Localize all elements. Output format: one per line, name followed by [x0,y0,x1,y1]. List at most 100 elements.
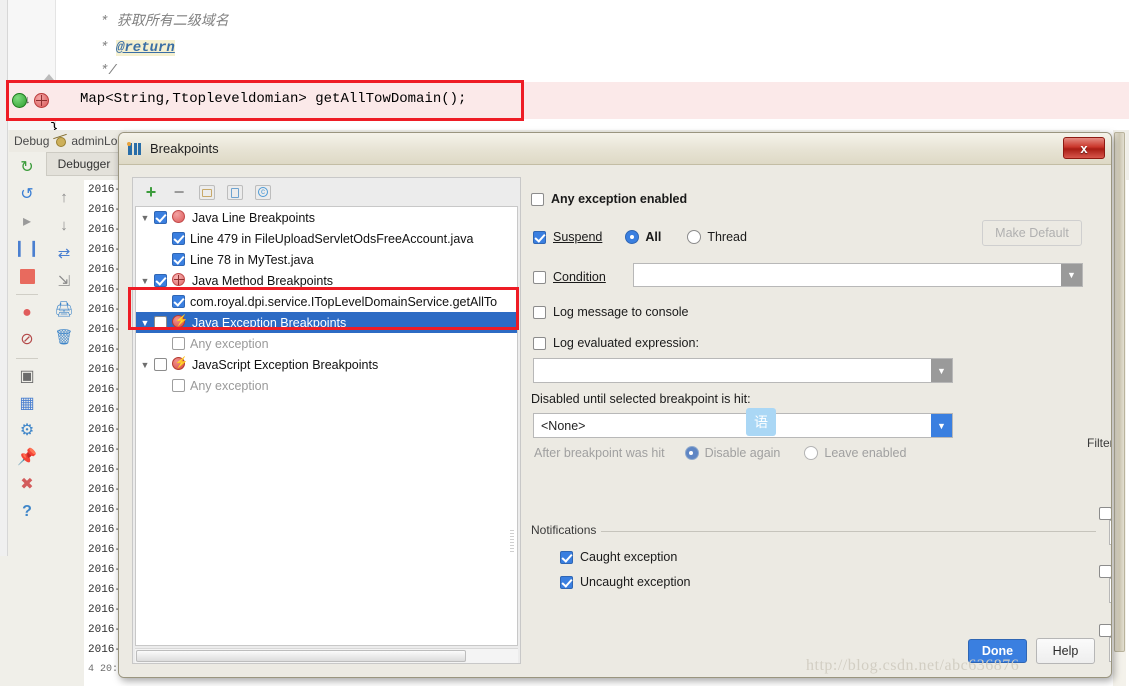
add-breakpoint-button[interactable]: + [142,182,160,202]
suspend-checkbox[interactable] [533,230,546,244]
breakpoint-tree-row[interactable]: ▼ com.royal.dpi.service.ITopLevelDomainSe… [136,291,517,312]
chevron-down-icon-2[interactable]: ▼ [931,359,952,382]
breakpoint-tree-row[interactable]: ▼ Any exception [136,375,517,396]
suspend-all-radio-group[interactable]: All [625,230,661,244]
breakpoint-enabled-checkbox[interactable] [172,337,185,350]
tree-horizontal-scrollbar[interactable] [135,648,518,663]
tree-expander-icon[interactable]: ▼ [136,360,154,370]
leave-enabled-radio[interactable] [804,446,819,460]
resume-icon[interactable]: ↺ [14,183,40,207]
breakpoint-tree-row[interactable]: ▼ Java Line Breakpoints [136,207,517,228]
tree-expander-icon[interactable]: ▼ [136,213,154,223]
scroll-to-end-icon[interactable]: ⇲ [52,270,76,292]
print-icon[interactable]: 🖨 [52,298,76,320]
condition-label: Condition [553,270,606,284]
log-message-checkbox[interactable] [533,305,546,319]
breakpoints-tree-toolbar[interactable]: + − c [133,178,520,206]
group-by-package-button[interactable] [198,183,216,201]
breakpoint-tree-row[interactable]: ▼ Line 479 in FileUploadServletOdsFreeAcc… [136,228,517,249]
caught-exception-checkbox[interactable] [560,550,573,564]
instance-filters-checkbox[interactable] [1099,506,1111,520]
mute-breakpoints-icon[interactable]: ⊘ [14,328,40,352]
condition-checkbox[interactable] [533,270,546,284]
dialog-titlebar[interactable]: Breakpoints x [119,133,1111,165]
chevron-down-icon[interactable]: ▼ [1061,264,1082,286]
breakpoint-tree-row[interactable]: ▼ Java Exception Breakpoints [136,312,517,333]
breakpoint-enabled-checkbox[interactable] [154,211,167,224]
rerun-icon[interactable]: ↻ [14,156,40,180]
step-over-icon[interactable]: ▸ [14,210,40,234]
class-filters-checkbox[interactable] [1099,564,1111,578]
stop-icon[interactable] [14,264,40,288]
condition-combobox[interactable]: ▼ [633,263,1083,287]
breakpoint-tree-row[interactable]: ▼ Any exception [136,333,517,354]
up-icon[interactable]: ↑ [52,186,76,208]
make-default-button[interactable]: Make Default [982,220,1082,246]
breakpoints-tree[interactable]: ▼ Java Line Breakpoints ▼ Line 479 in FileU… [135,206,518,646]
method-breakpoint-icon[interactable] [34,93,49,108]
log-expression-row[interactable]: Log evaluated expression: [533,336,699,350]
breakpoint-enabled-checkbox[interactable] [172,253,185,266]
suspend-row[interactable]: Suspend All Thread [533,230,747,244]
breakpoint-enabled-checkbox[interactable] [172,295,185,308]
suspend-thread-radio[interactable] [687,230,702,244]
pass-count-checkbox[interactable] [1099,623,1111,637]
log-expression-combobox[interactable]: ▼ [533,358,953,383]
ide-vertical-scrollbar[interactable] [1113,132,1126,686]
chevron-down-icon-3[interactable]: ▼ [931,414,952,437]
layout-icon[interactable]: ▦ [14,392,40,416]
console-toolbar[interactable]: ↑ ↓ ⇄ ⇲ 🖨 🗑 [46,180,82,686]
breakpoint-tree-row[interactable]: ▼ Line 78 in MyTest.java [136,249,517,270]
breakpoint-enabled-checkbox[interactable] [154,358,167,371]
tree-expander-icon[interactable]: ▼ [136,276,154,286]
suspend-all-radio[interactable] [625,230,640,244]
any-exception-enabled-row[interactable]: Any exception enabled [531,192,687,206]
gutter-breakpoint-icons[interactable]: ↓ [10,90,54,112]
screenshot-icon[interactable]: ▣ [14,365,40,389]
line-breakpoint-icon[interactable]: ↓ [12,93,31,108]
caught-exception-row[interactable]: Caught exception [560,550,677,564]
help-button[interactable]: Help [1036,638,1095,664]
disabled-until-value[interactable]: <None> [534,419,931,433]
tree-expander-icon[interactable]: ▼ [136,318,154,328]
tab-debugger[interactable]: Debugger [46,152,122,176]
leave-enabled-radio-group[interactable]: Leave enabled [804,446,906,460]
uncaught-exception-checkbox[interactable] [560,575,573,589]
instance-filters-input[interactable] [1109,520,1111,545]
condition-row[interactable]: Condition [533,270,606,284]
soft-wrap-icon[interactable]: ⇄ [52,242,76,264]
suspend-thread-radio-group[interactable]: Thread [687,230,747,244]
remove-breakpoint-button[interactable]: − [170,182,188,202]
log-message-row[interactable]: Log message to console [533,305,689,319]
disable-again-radio-group[interactable]: Disable again [684,446,780,460]
pin-icon[interactable]: 📌 [14,446,40,470]
help-icon[interactable]: ? [14,500,40,524]
breakpoint-enabled-checkbox[interactable] [154,274,167,287]
pause-icon[interactable]: ❙❙ [13,237,41,261]
tree-resize-grip[interactable] [510,530,514,552]
any-exception-enabled-checkbox[interactable] [531,192,544,206]
breakpoint-enabled-checkbox[interactable] [154,316,167,329]
tree-scrollbar-thumb[interactable] [136,650,466,662]
disabled-until-combobox[interactable]: <None> ▼ [533,413,953,438]
down-icon[interactable]: ↓ [52,214,76,236]
close-icon[interactable]: ✖ [14,473,40,497]
debug-toolbar[interactable]: ↻ ↺ ▸ ❙❙ ● ⊘ ▣ ▦ ⚙ 📌 ✖ ? [9,152,45,686]
pass-count-input[interactable] [1109,637,1111,662]
disable-again-radio[interactable] [684,446,699,460]
settings-icon[interactable]: ⚙ [14,419,40,443]
uncaught-exception-row[interactable]: Uncaught exception [560,575,691,589]
ide-scrollbar-thumb[interactable] [1114,132,1125,652]
trash-icon[interactable]: 🗑 [52,326,76,348]
breakpoint-enabled-checkbox[interactable] [172,232,185,245]
group-by-class-button[interactable]: c [254,183,272,201]
breakpoint-tree-row[interactable]: ▼ JavaScript Exception Breakpoints [136,354,517,375]
breakpoint-enabled-checkbox[interactable] [172,379,185,392]
class-filters-input[interactable] [1109,578,1111,603]
group-by-file-button[interactable] [226,183,244,201]
view-breakpoints-icon[interactable]: ● [14,301,40,325]
log-expression-checkbox[interactable] [533,336,546,350]
breakpoint-tree-row[interactable]: ▼ Java Method Breakpoints [136,270,517,291]
close-button[interactable]: x [1063,137,1105,159]
notifications-group-label: Notifications [531,523,603,537]
